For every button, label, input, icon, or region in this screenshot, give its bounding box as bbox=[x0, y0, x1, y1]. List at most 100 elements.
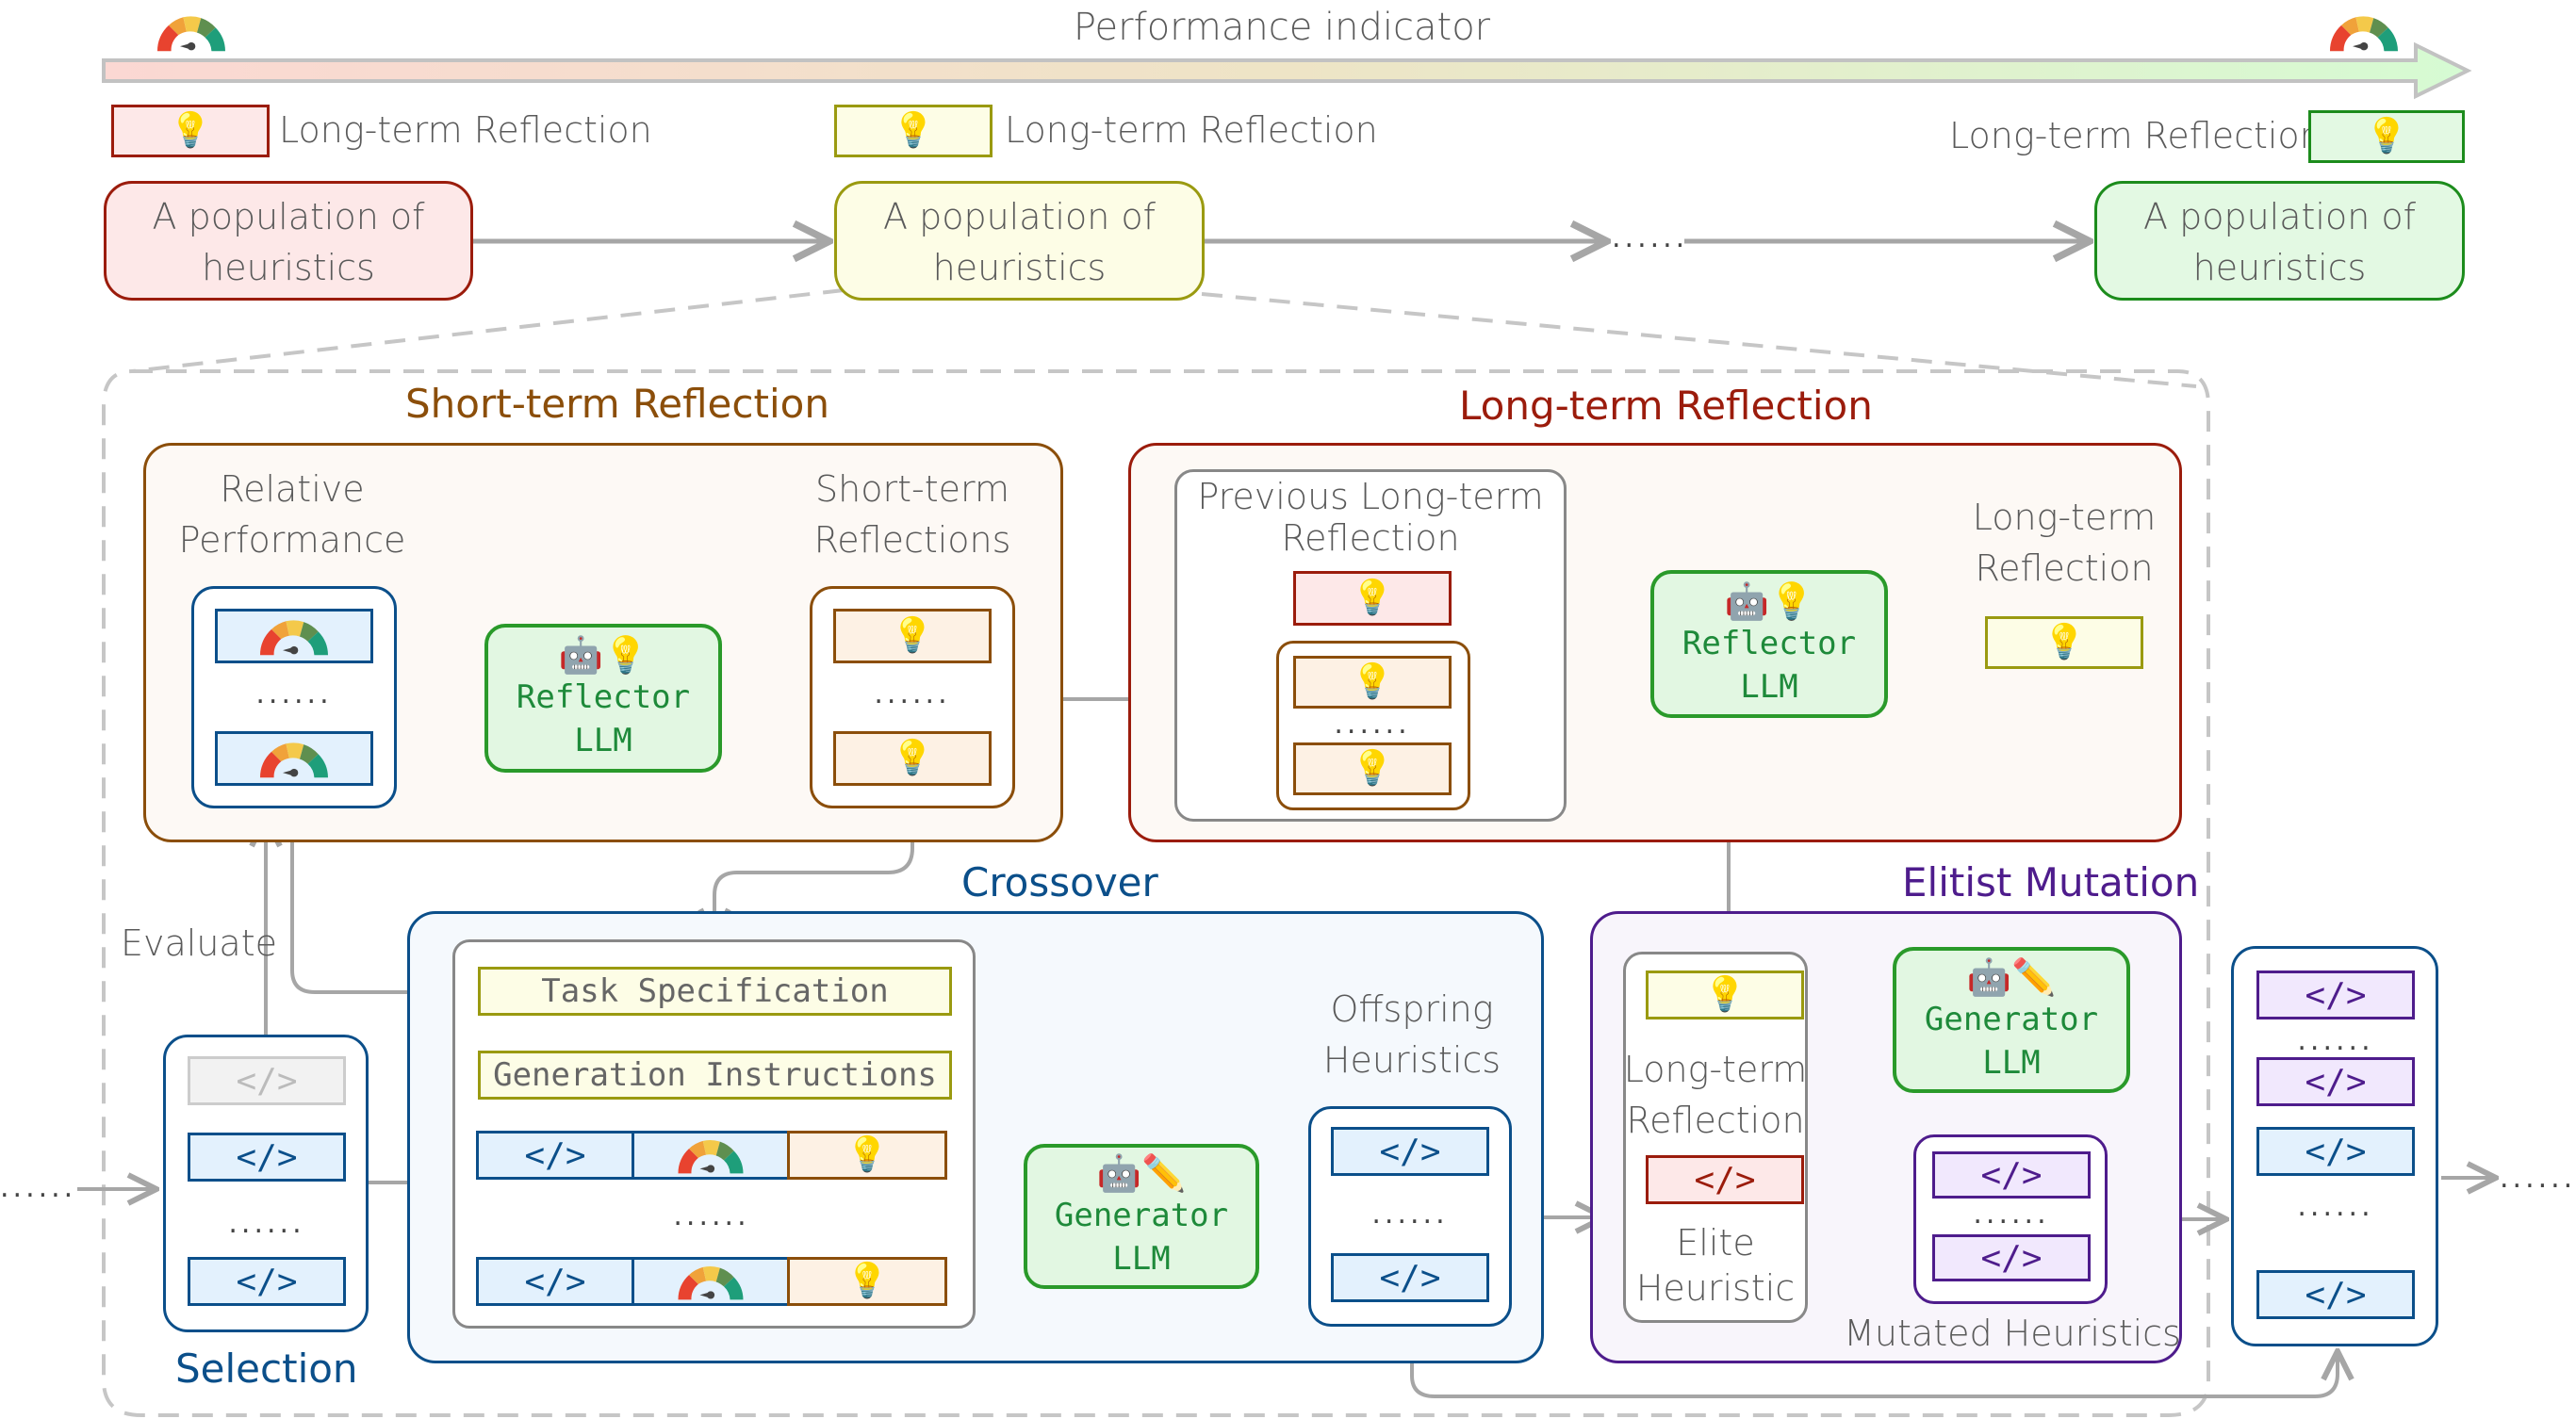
legend-label-yellow: Long-term Reflection bbox=[1005, 109, 1378, 151]
llm-name: Generator bbox=[1924, 1000, 2099, 1038]
offspring-label: Heuristics bbox=[1322, 1039, 1501, 1081]
pencil-icon: ✏️ bbox=[2011, 955, 2057, 998]
population-box-1[interactable]: A population of heuristics bbox=[104, 181, 473, 301]
legend-swatch-yellow: 💡 bbox=[834, 105, 993, 157]
lightbulb-icon: 💡 bbox=[1769, 579, 1814, 622]
previous-long-term-label: Reflection bbox=[1281, 517, 1460, 559]
elite-heuristic-cell: </> bbox=[1646, 1155, 1804, 1204]
ellipsis: ...... bbox=[2297, 1024, 2374, 1057]
llm-name: Reflector bbox=[516, 678, 691, 716]
elitist-mutation-title: Elitist Mutation bbox=[1902, 859, 2200, 905]
ellipsis: ...... bbox=[874, 677, 951, 710]
llm-sub: LLM bbox=[1740, 667, 1798, 706]
robot-icon: 🤖 bbox=[558, 634, 603, 676]
performance-cell bbox=[215, 731, 373, 786]
ellipsis: ...... bbox=[1973, 1198, 2050, 1231]
reflection-cell: 💡 bbox=[833, 731, 992, 786]
long-term-output-label: Reflection bbox=[1975, 547, 2154, 589]
short-term-reflection-title: Short-term Reflection bbox=[405, 381, 829, 427]
mutated-code-cell: </> bbox=[1932, 1234, 2091, 1281]
population-box-2[interactable]: A population of heuristics bbox=[834, 181, 1205, 301]
lightbulb-icon: 💡 bbox=[845, 1135, 889, 1174]
crossover-title: Crossover bbox=[961, 859, 1158, 905]
reflector-llm-long[interactable]: 🤖💡 Reflector LLM bbox=[1650, 570, 1888, 718]
long-term-output-label: Long-term bbox=[1972, 497, 2157, 538]
elite-heuristic-label: Elite bbox=[1676, 1222, 1755, 1264]
mutated-code-cell: </> bbox=[2256, 970, 2415, 1019]
ellipsis: ...... bbox=[2297, 1190, 2374, 1223]
parent-code-cell: </> bbox=[476, 1131, 634, 1180]
evaluate-label: Evaluate bbox=[121, 922, 277, 964]
mutated-code-cell: </> bbox=[2256, 1057, 2415, 1106]
llm-sub: LLM bbox=[1982, 1043, 2041, 1082]
code-cell: </> bbox=[188, 1257, 346, 1306]
robot-icon: 🤖 bbox=[1966, 955, 2011, 998]
robot-icon: 🤖 bbox=[1096, 1152, 1141, 1194]
robot-icon: 🤖 bbox=[1724, 579, 1769, 622]
relative-performance-label: Performance bbox=[178, 519, 406, 561]
previous-ltr-cell: 💡 bbox=[1293, 571, 1452, 626]
offspring-label: Offspring bbox=[1330, 988, 1494, 1030]
parent-code-cell: </> bbox=[476, 1257, 634, 1306]
mutation-ltr-cell: 💡 bbox=[1646, 970, 1804, 1019]
parent-performance-cell bbox=[632, 1257, 790, 1306]
ellipsis: ...... bbox=[228, 1207, 305, 1240]
legend-swatch-red: 💡 bbox=[111, 105, 270, 157]
lightbulb-icon: 💡 bbox=[2043, 623, 2086, 661]
discarded-heuristic-cell: </> bbox=[188, 1056, 346, 1105]
long-term-reflection-title: Long-term Reflection bbox=[1459, 383, 1873, 429]
gauge-icon bbox=[254, 734, 335, 783]
gauge-icon bbox=[671, 1132, 750, 1179]
gauge-icon bbox=[254, 612, 335, 661]
offspring-code-cell: </> bbox=[1331, 1127, 1489, 1176]
legend-label-red: Long-term Reflection bbox=[279, 109, 652, 151]
lightbulb-icon: 💡 bbox=[891, 616, 934, 655]
reflection-cell: 💡 bbox=[1293, 656, 1452, 709]
generation-instructions: Generation Instructions bbox=[478, 1051, 952, 1100]
task-specification: Task Specification bbox=[478, 967, 952, 1016]
legend-swatch-green: 💡 bbox=[2308, 110, 2465, 163]
short-term-reflections-label: Reflections bbox=[813, 519, 1011, 561]
lightbulb-icon: 💡 bbox=[891, 739, 934, 777]
zoom-line-left bbox=[131, 288, 845, 373]
selection-title: Selection bbox=[175, 1346, 358, 1392]
ellipsis: ...... bbox=[2500, 1162, 2576, 1195]
performance-indicator-label: Performance indicator bbox=[1073, 6, 1491, 49]
offspring-code-cell: </> bbox=[2256, 1127, 2415, 1176]
ellipsis: ...... bbox=[255, 677, 333, 710]
ellipsis: ...... bbox=[1612, 221, 1689, 254]
offspring-code-cell: </> bbox=[2256, 1270, 2415, 1319]
llm-sub: LLM bbox=[1112, 1240, 1171, 1278]
lightbulb-icon: 💡 bbox=[1703, 975, 1747, 1014]
lightbulb-icon: 💡 bbox=[845, 1262, 889, 1300]
population-label: heuristics bbox=[932, 247, 1107, 288]
ellipsis: ...... bbox=[0, 1171, 77, 1204]
lightbulb-icon: 💡 bbox=[603, 634, 648, 676]
gauge-icon bbox=[2323, 8, 2404, 57]
code-cell: </> bbox=[188, 1133, 346, 1182]
parent-performance-cell bbox=[632, 1131, 790, 1180]
llm-sub: LLM bbox=[574, 722, 632, 759]
pencil-icon: ✏️ bbox=[1141, 1152, 1187, 1194]
lightbulb-icon: 💡 bbox=[1351, 749, 1394, 788]
lightbulb-icon: 💡 bbox=[169, 111, 212, 150]
lightbulb-icon: 💡 bbox=[1351, 662, 1394, 701]
reflector-llm-short[interactable]: 🤖💡 Reflector LLM bbox=[484, 624, 722, 773]
gauge-icon bbox=[671, 1258, 750, 1305]
parent-reflection-cell: 💡 bbox=[787, 1131, 947, 1180]
mutated-code-cell: </> bbox=[1932, 1151, 2091, 1199]
generator-llm-mutation[interactable]: 🤖✏️ Generator LLM bbox=[1893, 947, 2130, 1093]
population-box-3[interactable]: A population of heuristics bbox=[2094, 181, 2465, 301]
generator-llm-crossover[interactable]: 🤖✏️ Generator LLM bbox=[1024, 1144, 1259, 1289]
gauge-icon bbox=[151, 8, 232, 57]
relative-performance-label: Relative bbox=[220, 468, 365, 510]
population-label: A population of bbox=[883, 196, 1156, 237]
short-term-reflections-label: Short-term bbox=[815, 468, 1009, 510]
lightbulb-icon: 💡 bbox=[892, 111, 935, 150]
llm-name: Reflector bbox=[1682, 624, 1857, 662]
ellipsis: ...... bbox=[673, 1199, 750, 1232]
ellipsis: ...... bbox=[1371, 1198, 1449, 1231]
elite-heuristic-label: Heuristic bbox=[1635, 1267, 1796, 1309]
parent-reflection-cell: 💡 bbox=[787, 1257, 947, 1306]
diagram-canvas: Performance indicator 💡 Long-term Reflec… bbox=[0, 0, 2576, 1419]
